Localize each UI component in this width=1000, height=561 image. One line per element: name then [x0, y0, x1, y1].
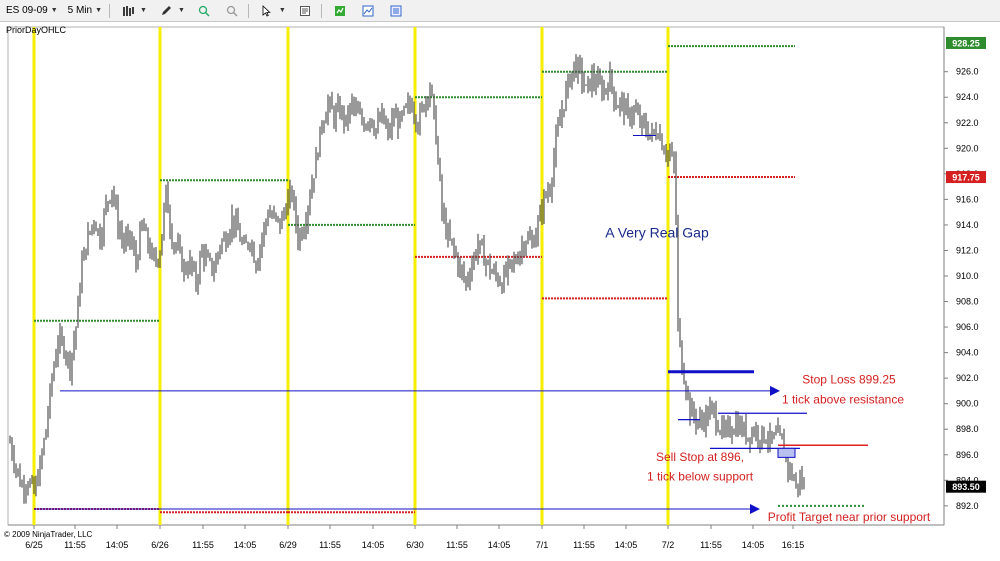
toolbar-divider [109, 3, 111, 18]
sell-stop-annotation: Sell Stop at 896, [656, 450, 744, 464]
copyright-notice: © 2009 NinjaTrader, LLC [4, 530, 93, 539]
time-tick-label: 6/30 [406, 540, 424, 550]
session-start-bar [540, 27, 544, 525]
chart-panel[interactable]: 892.0 894.0 896.0 898.0 900.0 902.0 904.0 906.0… [0, 22, 1000, 561]
price-tick-label: 926.0 [956, 67, 979, 77]
sell-stop-note: 1 tick below support [647, 469, 754, 483]
session-start-bar [32, 27, 36, 525]
zoom-out-icon [225, 4, 239, 18]
drawing-pencil-icon [159, 4, 173, 18]
bar-chart-style-icon [121, 4, 135, 18]
price-marker-label: 893.50 [952, 482, 980, 492]
time-tick-label: 14:05 [742, 540, 765, 550]
time-tick-label: 7/1 [536, 540, 549, 550]
time-tick-label: 6/25 [25, 540, 43, 550]
price-tick-label: 898.0 [956, 424, 979, 434]
bar-style-button[interactable]: ▼ [115, 3, 151, 19]
price-tick-label: 916.0 [956, 194, 979, 204]
zoom-out-button[interactable] [219, 3, 245, 19]
chart-trader-button[interactable] [355, 3, 381, 19]
instrument-label: ES 09-09 [6, 5, 48, 16]
chevron-down-icon: ▼ [50, 7, 58, 14]
stop-loss-annotation: Stop Loss 899.25 [802, 372, 896, 386]
time-tick-label: 6/29 [279, 540, 297, 550]
pointer-button[interactable]: ▼ [254, 3, 290, 19]
price-tick-label: 910.0 [956, 271, 979, 281]
price-tick-label: 892.0 [956, 501, 979, 511]
strategies-button[interactable] [327, 3, 353, 19]
period-selector[interactable]: 5 Min ▼ [64, 3, 106, 19]
price-tick-label: 920.0 [956, 143, 979, 153]
chart-trader-icon [361, 4, 375, 18]
gap-annotation: A Very Real Gap [605, 225, 709, 241]
time-tick-label: 14:05 [362, 540, 385, 550]
pointer-icon [260, 4, 274, 18]
price-tick-label: 906.0 [956, 322, 979, 332]
price-tick-label: 924.0 [956, 92, 979, 102]
time-tick-label: 16:15 [782, 540, 805, 550]
time-tick-label: 14:05 [234, 540, 257, 550]
time-tick-label: 7/2 [662, 540, 675, 550]
price-chart[interactable]: 892.0894.0896.0898.0900.0902.0904.0906.0… [0, 22, 1000, 561]
zoom-in-icon [197, 4, 211, 18]
data-box-icon [389, 4, 403, 18]
instrument-selector[interactable]: ES 09-09 ▼ [2, 3, 62, 19]
time-tick-label: 11:55 [192, 540, 214, 550]
strategies-icon [333, 4, 347, 18]
price-tick-label: 914.0 [956, 220, 979, 230]
time-tick-label: 14:05 [615, 540, 638, 550]
price-tick-label: 908.0 [956, 297, 979, 307]
time-tick-label: 6/26 [151, 540, 169, 550]
toolbar-divider [320, 3, 322, 18]
price-marker-label: 928.25 [952, 38, 980, 48]
data-box-button[interactable] [383, 3, 409, 19]
profit-target-annotation: Profit Target near prior support [768, 510, 931, 524]
stop-loss-note: 1 tick above resistance [782, 393, 904, 407]
chevron-down-icon: ▼ [177, 7, 185, 14]
drawing-tool-button[interactable]: ▼ [153, 3, 189, 19]
chevron-down-icon: ▼ [278, 7, 286, 14]
session-start-bar [158, 27, 162, 525]
zoom-in-button[interactable] [191, 3, 217, 19]
indicator-label: PriorDayOHLC [6, 25, 67, 35]
time-tick-label: 11:55 [319, 540, 341, 550]
plot-frame [7, 26, 945, 526]
price-tick-label: 896.0 [956, 450, 979, 460]
price-tick-label: 912.0 [956, 245, 979, 255]
properties-button[interactable] [292, 3, 318, 19]
price-tick-label: 902.0 [956, 373, 979, 383]
price-tick-label: 900.0 [956, 399, 979, 409]
session-start-bar [286, 27, 290, 525]
time-tick-label: 11:55 [700, 540, 722, 550]
properties-icon [298, 4, 312, 18]
toolbar-divider [247, 3, 249, 18]
period-label: 5 Min [67, 5, 93, 16]
price-tick-label: 922.0 [956, 118, 979, 128]
chevron-down-icon: ▼ [140, 7, 147, 14]
time-tick-label: 14:05 [488, 540, 511, 550]
price-tick-label: 904.0 [956, 348, 979, 358]
chevron-down-icon: ▼ [95, 7, 103, 14]
time-tick-label: 11:55 [64, 540, 86, 550]
entry-order-box [777, 447, 796, 458]
time-tick-label: 14:05 [106, 540, 129, 550]
price-marker-label: 917.75 [952, 173, 980, 183]
time-tick-label: 11:55 [446, 540, 468, 550]
chart-toolbar: ES 09-09 ▼ 5 Min ▼ ▼ ▼ ▼ [0, 0, 1000, 22]
time-tick-label: 11:55 [573, 540, 595, 550]
